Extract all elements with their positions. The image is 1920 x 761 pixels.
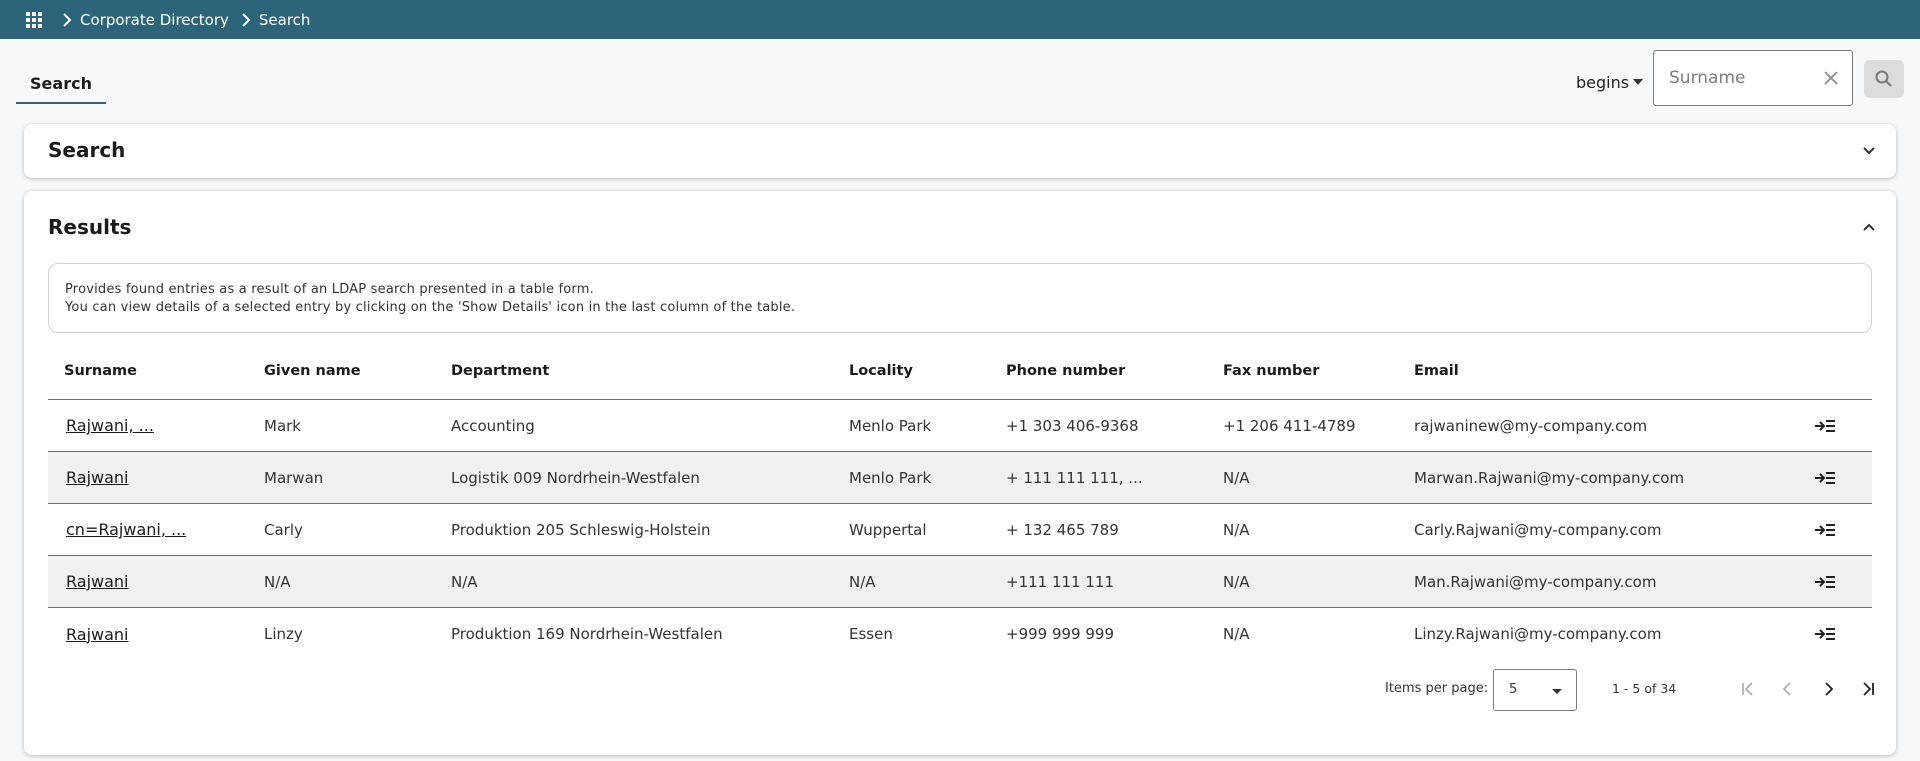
department-cell: Logistik 009 Nordrhein-Westfalen [451,468,700,487]
caret-down-icon [1633,79,1644,85]
table-row: Rajwani Linzy Produktion 169 Nordrhein-W… [48,608,1872,660]
info-text-line-2: You can view details of a selected entry… [65,300,796,315]
show-details-icon[interactable] [1814,626,1836,642]
search-panel-title: Search [48,138,126,162]
column-header-surname[interactable]: Surname [48,363,248,379]
chevron-right-icon [237,11,255,29]
surname-search-input[interactable] [1669,68,1819,88]
apps-grid-icon[interactable] [24,10,44,30]
show-details-icon[interactable] [1814,418,1836,434]
fax-cell: N/A [1223,625,1250,643]
paginator: Items per page: 5 1 - 5 of 34 [24,669,1896,711]
phone-cell: +999 999 999 [1006,625,1114,643]
department-cell: Produktion 169 Nordrhein-Westfalen [451,625,723,643]
given-name-cell: Marwan [264,468,324,487]
email-cell: Carly.Rajwani@my-company.com [1414,520,1662,539]
column-header-given-name[interactable]: Given name [248,363,435,379]
email-cell: Man.Rajwani@my-company.com [1414,572,1657,591]
surname-link[interactable]: Rajwani [66,625,129,644]
breadcrumb-search: Search [258,10,311,29]
tab-search[interactable]: Search [16,62,106,104]
email-cell: Linzy.Rajwani@my-company.com [1414,625,1662,643]
surname-link[interactable]: Rajwani [66,572,129,591]
breadcrumb-corporate-directory[interactable]: Corporate Directory [80,11,229,29]
table-row: cn=Rajwani, ... Carly Produktion 205 Sch… [48,504,1872,556]
last-page-icon [1863,682,1874,696]
phone-cell: +1 303 406-9368 [1006,416,1139,435]
caret-down-icon [1552,689,1562,694]
department-cell: N/A [451,572,478,591]
top-bar: Corporate Directory Search [0,0,1920,39]
page-range-label: 1 - 5 of 34 [1612,681,1677,696]
email-cell: rajwaninew@my-company.com [1414,416,1648,435]
locality-cell: N/A [849,572,876,591]
search-panel: Search [24,124,1896,178]
column-header-phone-number[interactable]: Phone number [990,363,1207,379]
department-cell: Produktion 205 Schleswig-Holstein [451,520,711,539]
locality-cell: Essen [849,625,893,643]
surname-link[interactable]: cn=Rajwani, ... [66,520,186,539]
fax-cell: N/A [1223,572,1250,591]
given-name-cell: Mark [264,416,301,435]
phone-cell: +111 111 111 [1006,572,1114,591]
results-panel: Results Provides found entries as a resu… [24,191,1896,755]
fax-cell: N/A [1223,520,1250,539]
prev-page-icon [1782,682,1791,696]
show-details-icon[interactable] [1814,522,1836,538]
results-panel-title: Results [48,215,132,239]
locality-cell: Wuppertal [849,520,927,539]
items-per-page-select[interactable]: 5 [1493,669,1577,711]
prev-page-button[interactable] [1776,677,1800,701]
surname-link[interactable]: Rajwani, ... [66,416,154,435]
show-details-icon[interactable] [1814,470,1836,486]
next-page-button[interactable] [1816,677,1840,701]
first-page-icon [1742,682,1753,696]
search-icon [1875,70,1892,87]
locality-cell: Menlo Park [849,416,932,435]
given-name-cell: Linzy [264,625,303,643]
column-header-locality[interactable]: Locality [833,363,990,379]
table-header: Surname Given name Department Locality P… [48,343,1872,400]
first-page-button[interactable] [1736,677,1760,701]
surname-search-field[interactable] [1653,50,1853,106]
close-icon[interactable] [1822,69,1840,87]
results-table: Surname Given name Department Locality P… [48,343,1872,660]
next-page-icon [1825,682,1834,696]
table-row: Rajwani, ... Mark Accounting Menlo Park … [48,400,1872,452]
info-text-line-1: Provides found entries as a result of an… [65,282,594,297]
last-page-button[interactable] [1856,677,1880,701]
chevron-down-icon[interactable] [1860,142,1878,160]
column-header-fax-number[interactable]: Fax number [1207,363,1398,379]
search-button[interactable] [1864,60,1904,98]
fax-cell: N/A [1223,468,1250,487]
items-per-page-value: 5 [1509,682,1518,697]
fax-cell: +1 206 411-4789 [1223,416,1356,435]
match-mode-label: begins [1576,72,1630,92]
locality-cell: Menlo Park [849,468,932,487]
items-per-page-label: Items per page: [1385,681,1489,696]
phone-cell: + 132 465 789 [1006,520,1119,539]
surname-link[interactable]: Rajwani [66,468,129,487]
show-details-icon[interactable] [1814,574,1836,590]
given-name-cell: N/A [264,572,291,591]
chevron-right-icon [58,11,76,29]
column-header-department[interactable]: Department [435,363,833,379]
match-mode-dropdown[interactable]: begins [1576,70,1644,94]
table-row: Rajwani Marwan Logistik 009 Nordrhein-We… [48,452,1872,504]
email-cell: Marwan.Rajwani@my-company.com [1414,468,1685,487]
chevron-up-icon[interactable] [1860,218,1878,236]
given-name-cell: Carly [264,520,303,539]
department-cell: Accounting [451,416,535,435]
table-row: Rajwani N/A N/A N/A +111 111 111 N/A Man… [48,556,1872,608]
column-header-email[interactable]: Email [1398,363,1798,379]
results-info-box: Provides found entries as a result of an… [48,263,1872,333]
phone-cell: + 111 111 111, ... [1006,468,1143,487]
